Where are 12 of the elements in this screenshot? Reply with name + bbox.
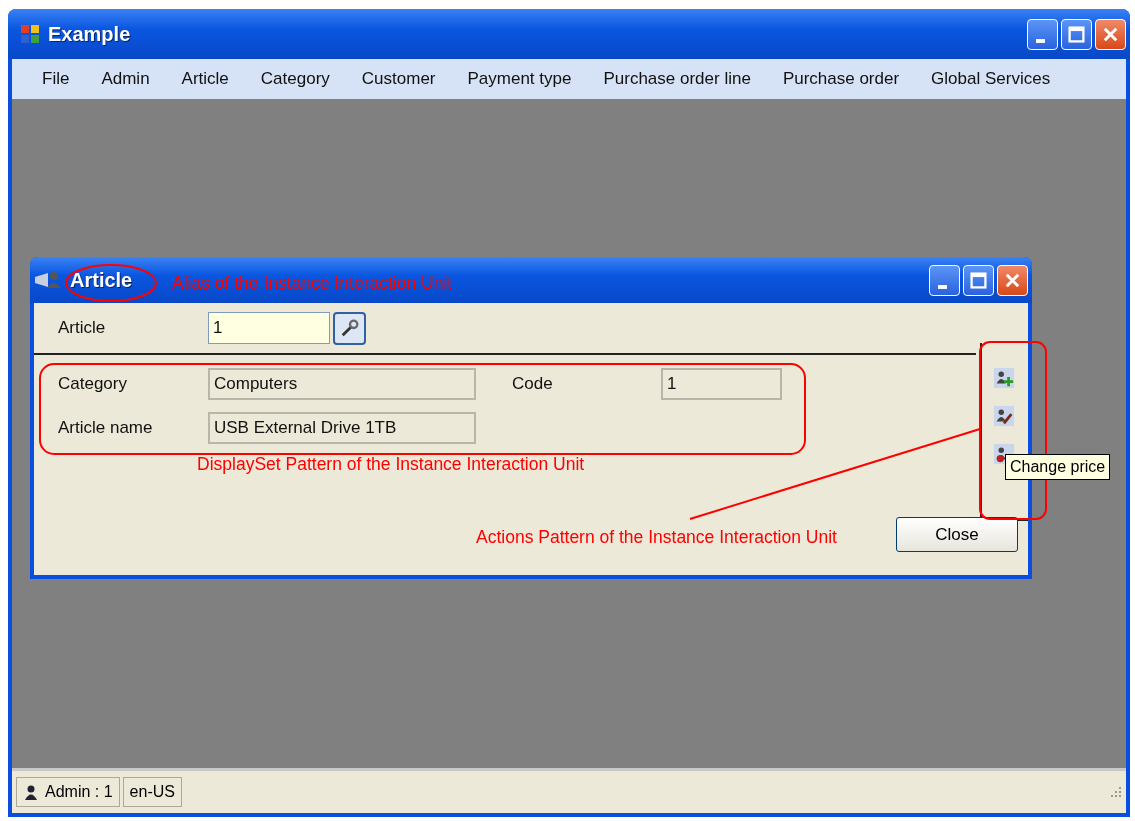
tooltip: Change price [1005,454,1111,480]
status-text: en-US [122,777,182,807]
field-label: Code [512,374,554,394]
field-label: Article [58,318,107,338]
annotation-text: Alias of the Instance Interaction Unit [172,273,453,294]
field-label: Article name [58,418,154,438]
annotation-text: DisplaySet Pattern of the Instance Interaction Unit [197,454,585,475]
status-text: Admin : 1 [45,783,113,801]
window-title: Example [48,22,131,46]
field-label: Category [58,374,128,394]
window-title: Article [70,268,133,292]
annotation-text: Actions Pattern of the Instance Interaction Unit [476,527,837,548]
